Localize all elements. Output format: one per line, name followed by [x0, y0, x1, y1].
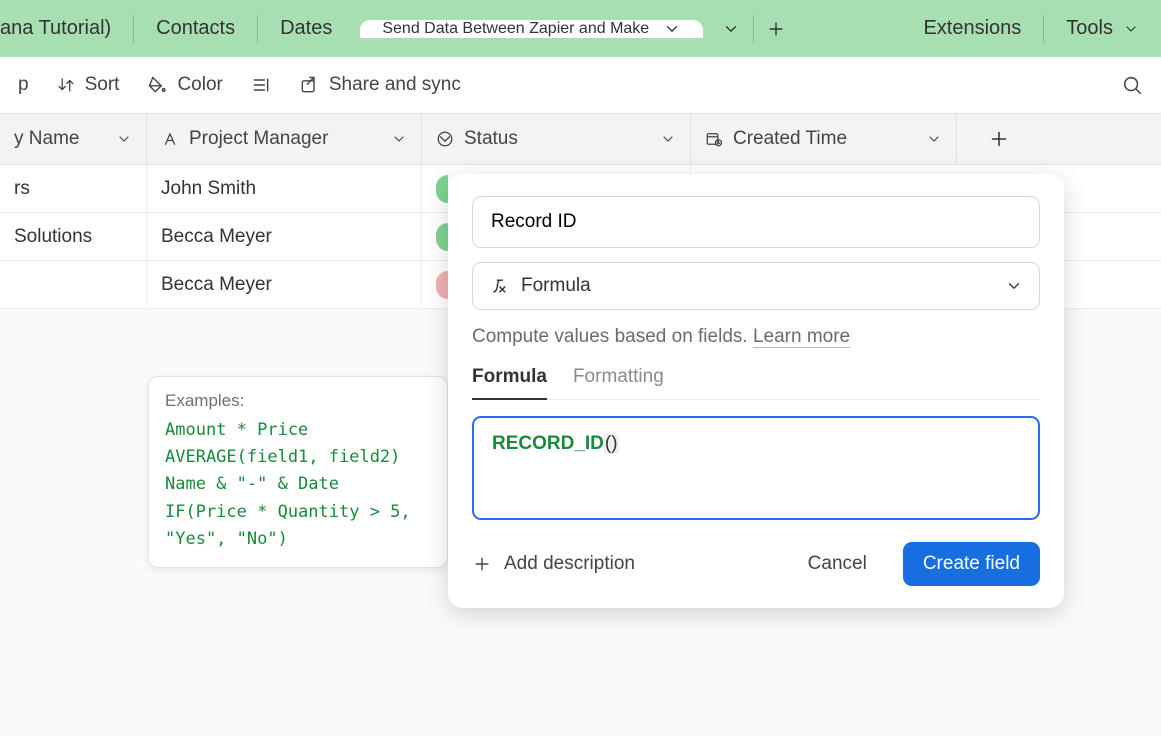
column-header-label: y Name — [14, 128, 79, 150]
chevron-down-icon[interactable] — [116, 131, 132, 147]
examples-code: Amount * Price AVERAGE(field1, field2) N… — [165, 417, 431, 553]
cell-name[interactable]: rs — [0, 165, 147, 212]
chevron-down-icon[interactable] — [663, 20, 681, 38]
formula-editor[interactable]: RECORD_ID() — [472, 416, 1040, 520]
create-field-popover: Formula Compute values based on fields. … — [448, 174, 1064, 608]
chevron-down-icon — [1123, 21, 1139, 37]
tab-formatting[interactable]: Formatting — [573, 366, 664, 399]
single-select-icon — [436, 130, 454, 148]
paint-bucket-icon — [147, 75, 167, 95]
tools-menu[interactable]: Tools — [1044, 0, 1161, 57]
field-config-tabs: Formula Formatting — [472, 366, 1040, 400]
cell-pm[interactable]: Becca Meyer — [147, 213, 422, 260]
helper-text: Compute values based on fields. Learn mo… — [472, 326, 1040, 348]
formula-examples-tooltip: Examples: Amount * Price AVERAGE(field1,… — [148, 376, 448, 568]
add-tab-button[interactable] — [754, 0, 798, 57]
column-header-label: Created Time — [733, 128, 847, 150]
column-blank — [1041, 114, 1161, 164]
tab-dates[interactable]: Dates — [258, 0, 354, 57]
cell-pm[interactable]: Becca Meyer — [147, 261, 422, 308]
field-name-input[interactable] — [472, 196, 1040, 248]
formula-fn-name: RECORD_ID — [492, 433, 604, 454]
sort-icon — [57, 76, 75, 94]
chevron-down-icon[interactable] — [660, 131, 676, 147]
column-header-created-time[interactable]: Created Time — [691, 114, 957, 164]
toolbar-partial-cutoff[interactable]: p — [18, 74, 29, 96]
extensions-menu[interactable]: Extensions — [901, 0, 1043, 57]
column-header-status[interactable]: Status — [422, 114, 691, 164]
column-header-name[interactable]: y Name — [0, 114, 147, 164]
column-header-label: Status — [464, 128, 518, 150]
row-height-button[interactable] — [251, 75, 271, 95]
view-tabs-bar: ana Tutorial) Contacts Dates Send Data B… — [0, 0, 1161, 57]
helper-text-body: Compute values based on fields. — [472, 326, 748, 347]
tab-active-label: Send Data Between Zapier and Make — [382, 20, 649, 38]
cell-name[interactable] — [0, 261, 147, 308]
tab-active[interactable]: Send Data Between Zapier and Make — [360, 20, 703, 38]
add-description-label: Add description — [504, 553, 635, 575]
tab-formula[interactable]: Formula — [472, 366, 547, 400]
color-button[interactable]: Color — [147, 74, 222, 96]
tools-label: Tools — [1066, 17, 1113, 40]
status-pill — [436, 223, 448, 251]
color-label: Color — [177, 74, 222, 96]
share-sync-button[interactable]: Share and sync — [299, 74, 461, 96]
status-pill — [436, 175, 448, 203]
plus-icon — [472, 554, 492, 574]
field-type-label: Formula — [521, 275, 591, 297]
chevron-down-icon[interactable] — [926, 131, 942, 147]
cancel-button[interactable]: Cancel — [788, 542, 887, 586]
search-icon — [1121, 74, 1143, 96]
column-header-project-manager[interactable]: Project Manager — [147, 114, 422, 164]
chevron-down-icon — [1005, 277, 1023, 295]
formula-icon — [489, 276, 509, 296]
column-header-label: Project Manager — [189, 128, 328, 150]
cell-pm[interactable]: John Smith — [147, 165, 422, 212]
share-label: Share and sync — [329, 74, 461, 96]
tab-history-dropdown[interactable] — [709, 0, 753, 57]
share-icon — [299, 75, 319, 95]
tab-contacts[interactable]: Contacts — [134, 0, 257, 57]
view-toolbar: p Sort Color Share and sync — [0, 57, 1161, 113]
field-type-select[interactable]: Formula — [472, 262, 1040, 310]
calendar-clock-icon — [705, 130, 723, 148]
popover-footer: Add description Cancel Create field — [472, 542, 1040, 586]
search-button[interactable] — [1121, 74, 1143, 96]
add-column-button[interactable] — [957, 114, 1041, 164]
tab-partial-cutoff[interactable]: ana Tutorial) — [0, 0, 133, 57]
chevron-down-icon[interactable] — [391, 131, 407, 147]
sort-button[interactable]: Sort — [57, 74, 120, 96]
create-field-button[interactable]: Create field — [903, 542, 1040, 586]
sort-label: Sort — [85, 74, 120, 96]
cell-name[interactable]: Solutions — [0, 213, 147, 260]
add-description-button[interactable]: Add description — [472, 553, 635, 575]
learn-more-link[interactable]: Learn more — [753, 326, 850, 348]
column-headers: y Name Project Manager Status Created Ti… — [0, 113, 1161, 165]
status-pill — [436, 271, 448, 299]
row-height-icon — [251, 75, 271, 95]
formula-parens: () — [604, 433, 619, 454]
tabs-right-group: Extensions Tools — [901, 0, 1161, 57]
text-field-icon — [161, 130, 179, 148]
examples-title: Examples: — [165, 391, 431, 411]
